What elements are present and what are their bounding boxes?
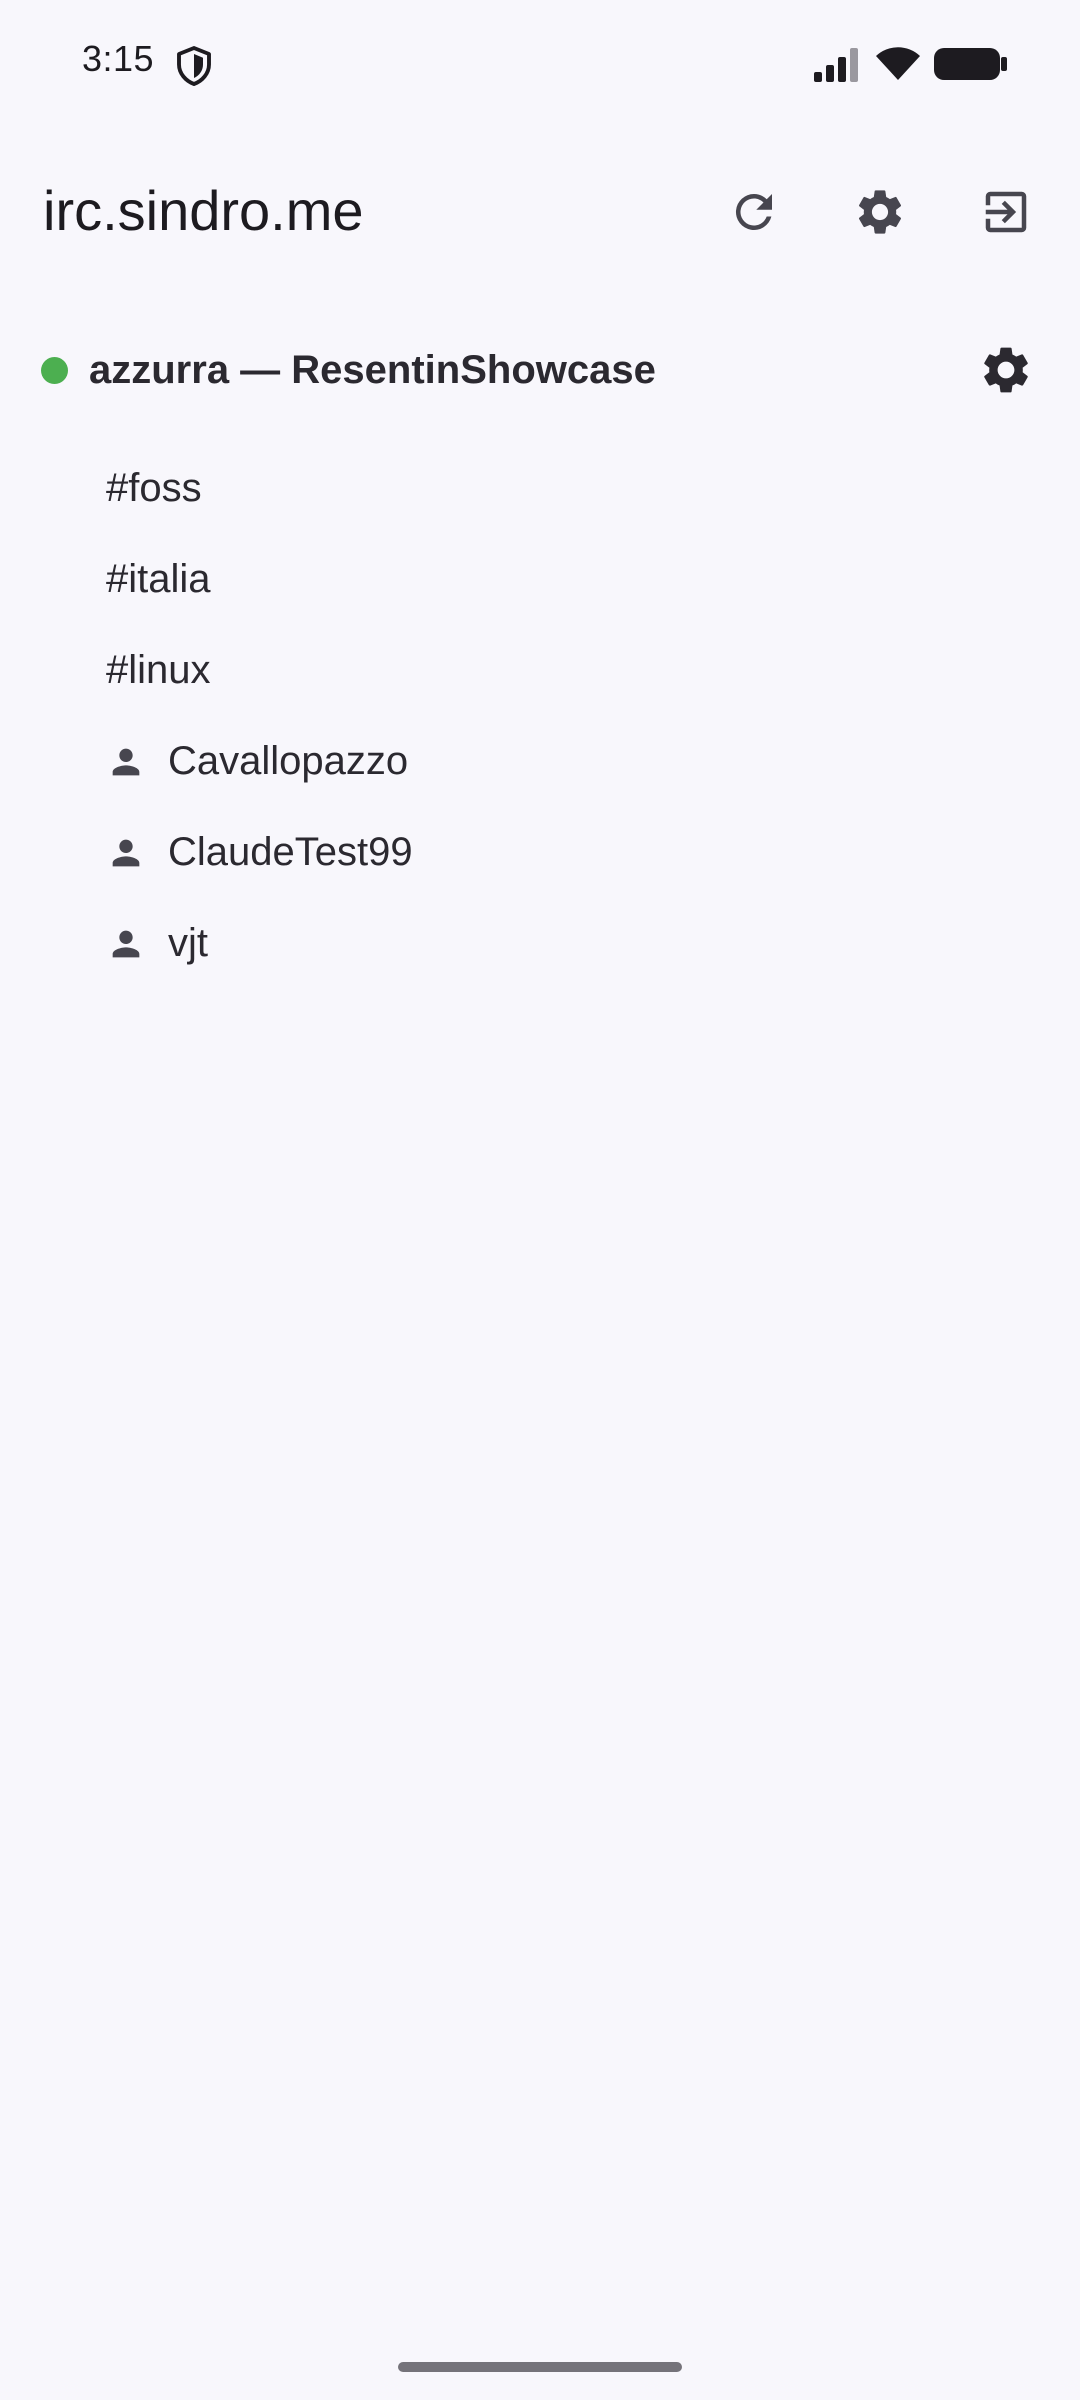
person-icon: [112, 839, 140, 866]
app-title: irc.sindro.me: [43, 179, 364, 242]
person-icon: [112, 748, 140, 775]
app-bar: irc.sindro.me: [0, 150, 1080, 274]
logout-icon: [985, 191, 1027, 233]
query-item-claudetest99[interactable]: ClaudeTest99: [0, 807, 1080, 898]
status-bar: 3:15: [0, 0, 1080, 128]
person-icon: [112, 930, 140, 957]
channel-label: #foss: [106, 466, 202, 510]
query-item-cavallopazzo[interactable]: Cavallopazzo: [0, 716, 1080, 807]
channel-item-italia[interactable]: #italia: [0, 534, 1080, 625]
shield-icon: [177, 46, 211, 86]
server-row[interactable]: azzurra — ResentinShowcase: [0, 330, 1080, 410]
channel-item-foss[interactable]: #foss: [0, 443, 1080, 534]
server-settings-button[interactable]: [966, 330, 1046, 410]
channel-item-linux[interactable]: #linux: [0, 625, 1080, 716]
settings-icon: [984, 347, 1028, 393]
refresh-icon: [735, 193, 772, 230]
query-item-vjt[interactable]: vjt: [0, 898, 1080, 989]
signal-icon: [814, 48, 858, 82]
settings-button[interactable]: [840, 172, 920, 252]
wifi-icon: [876, 47, 920, 80]
status-time: 3:15: [82, 38, 155, 79]
screen: 3:15 irc.sindro.me azzurra — ResentinSho…: [0, 0, 1080, 2400]
channel-label: #linux: [106, 648, 211, 692]
query-label: vjt: [168, 921, 208, 965]
query-label: ClaudeTest99: [168, 830, 413, 874]
channel-label: #italia: [106, 557, 211, 601]
settings-icon: [858, 190, 902, 234]
query-label: Cavallopazzo: [168, 739, 409, 783]
refresh-button[interactable]: [714, 172, 794, 252]
gesture-handle[interactable]: [398, 2362, 682, 2372]
battery-icon: [934, 48, 1007, 80]
connection-status-dot: [41, 357, 68, 384]
server-title: azzurra — ResentinShowcase: [89, 348, 656, 392]
buffer-list: #foss #italia #linux Cavallopazzo Claude…: [0, 443, 1080, 989]
logout-button[interactable]: [966, 172, 1046, 252]
